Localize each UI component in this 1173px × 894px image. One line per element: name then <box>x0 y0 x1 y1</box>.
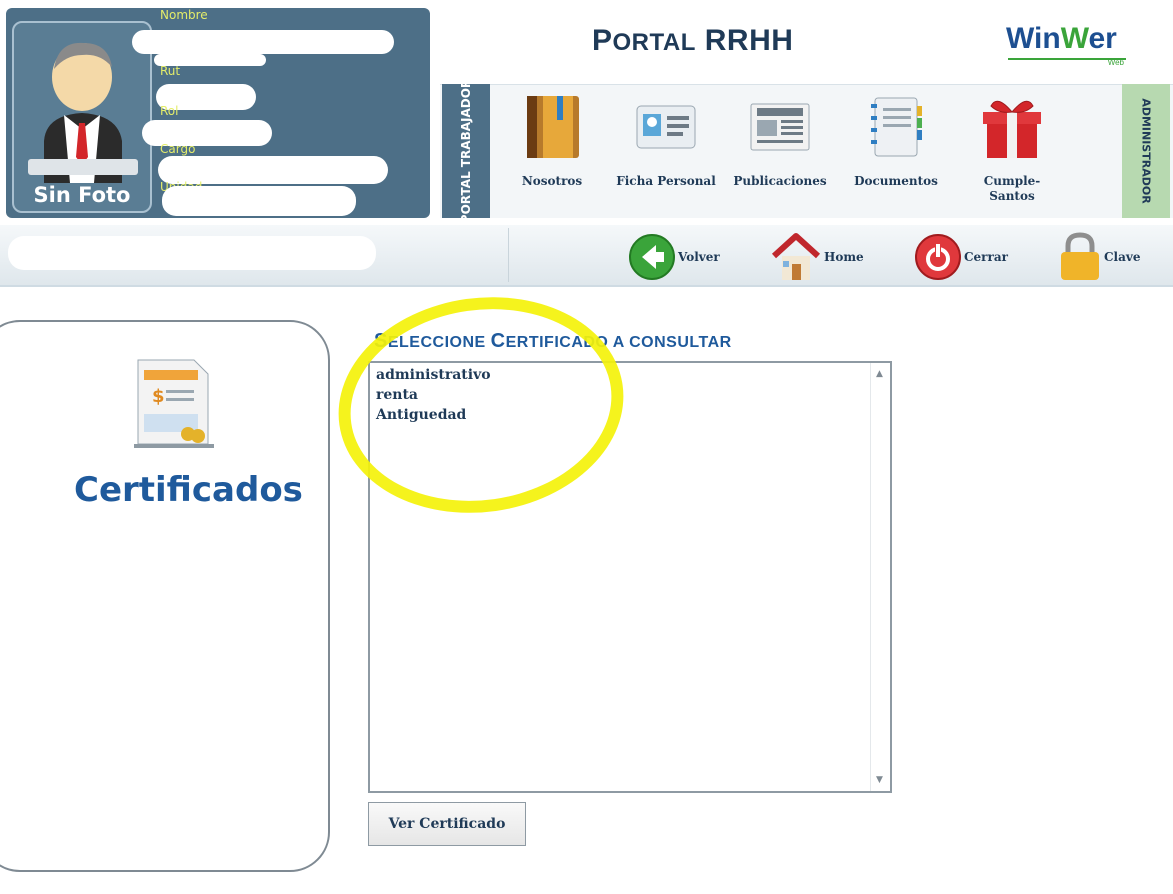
redacted-unidad <box>162 186 356 216</box>
select-title-rest: ERTIFICADO A CONSULTAR <box>505 334 732 351</box>
cerrar-label: Cerrar <box>964 250 1008 264</box>
select-title-c: C <box>490 330 506 352</box>
select-title-mid: ELECCIONE <box>387 334 491 351</box>
book-icon <box>527 96 579 158</box>
tab-portal-trabajador-label: PORTAL TRABAJADOR <box>459 78 473 224</box>
module-cumplesantos[interactable]: Cumple-Santos <box>956 92 1068 204</box>
portal-page: Sin Foto Nombre Rut Rol Cargo Unidad POR… <box>0 0 1173 894</box>
page-title: PORTAL RRHH <box>592 24 793 58</box>
logo-text-w: W <box>1060 22 1089 55</box>
page-title-end: RRHH <box>704 24 794 57</box>
home-button[interactable]: Home <box>770 232 864 282</box>
profile-photo-frame: Sin Foto <box>12 21 152 213</box>
logo-text-end: er <box>1088 22 1117 55</box>
redacted-nombre <box>132 30 394 54</box>
home-label: Home <box>824 250 864 264</box>
winper-logo: WinWer Web <box>1006 22 1130 67</box>
redacted-user-info <box>8 236 376 270</box>
clave-button[interactable]: Clave <box>1058 232 1141 282</box>
tab-portal-trabajador[interactable]: PORTAL TRABAJADOR <box>442 79 490 223</box>
svg-text:$: $ <box>152 386 165 407</box>
module-documentos[interactable]: Documentos <box>840 92 952 189</box>
module-ficha-personal[interactable]: Ficha Personal <box>610 92 722 189</box>
page-title-initial: P <box>592 24 613 57</box>
sin-foto-label: Sin Foto <box>33 183 131 207</box>
volver-label: Volver <box>678 250 720 264</box>
module-publicaciones[interactable]: Publicaciones <box>724 92 836 189</box>
volver-button[interactable]: Volver <box>628 232 720 282</box>
field-label-rol: Rol <box>160 104 179 118</box>
option-antiguedad[interactable]: Antiguedad <box>376 407 466 423</box>
power-icon <box>915 234 961 280</box>
scroll-down-icon[interactable]: ▼ <box>876 775 883 785</box>
certificate-icon: $ <box>134 359 214 448</box>
clave-label: Clave <box>1104 250 1141 264</box>
action-bar-divider <box>508 228 509 282</box>
newspaper-icon <box>750 103 810 151</box>
field-label-cargo: Cargo <box>160 142 196 156</box>
option-renta[interactable]: renta <box>376 387 418 403</box>
field-label-rut: Rut <box>160 64 181 78</box>
ver-certificado-button[interactable]: Ver Certificado <box>368 802 526 846</box>
certificate-listbox[interactable]: administrativo renta Antiguedad ▲ ▼ <box>368 361 892 793</box>
module-nosotros[interactable]: Nosotros <box>496 92 608 189</box>
module-ficha-personal-label: Ficha Personal <box>616 174 716 188</box>
module-nosotros-label: Nosotros <box>521 174 583 188</box>
module-publicaciones-label: Publicaciones <box>733 174 827 188</box>
tab-administrador[interactable]: ADMINISTRADOR <box>1122 84 1170 218</box>
page-title-rest: ORTAL <box>612 29 696 56</box>
listbox-scrollbar[interactable]: ▲ ▼ <box>870 363 890 791</box>
logo-sub: Web <box>1107 58 1124 67</box>
lock-icon <box>1061 232 1099 280</box>
select-title-s: S <box>374 330 388 352</box>
gift-icon <box>983 100 1041 158</box>
home-icon <box>771 233 821 280</box>
scroll-up-icon[interactable]: ▲ <box>876 369 883 379</box>
logo-text-main: Win <box>1006 22 1061 55</box>
tab-administrador-label: ADMINISTRADOR <box>1139 98 1153 204</box>
certificados-title: Certificados <box>74 470 303 510</box>
module-documentos-label: Documentos <box>854 174 938 188</box>
profile-card: Sin Foto Nombre Rut Rol Cargo Unidad <box>6 8 430 218</box>
module-cumplesantos-label: Cumple-Santos <box>983 174 1041 203</box>
id-card-icon <box>636 105 696 149</box>
avatar-icon <box>28 42 138 183</box>
back-arrow-icon <box>629 234 675 280</box>
select-title: SELECCIONE CERTIFICADO A CONSULTAR <box>374 330 732 353</box>
option-administrativo[interactable]: administrativo <box>376 367 491 383</box>
binder-icon <box>871 97 922 157</box>
cerrar-button[interactable]: Cerrar <box>914 232 1008 282</box>
field-label-nombre: Nombre <box>160 8 208 22</box>
